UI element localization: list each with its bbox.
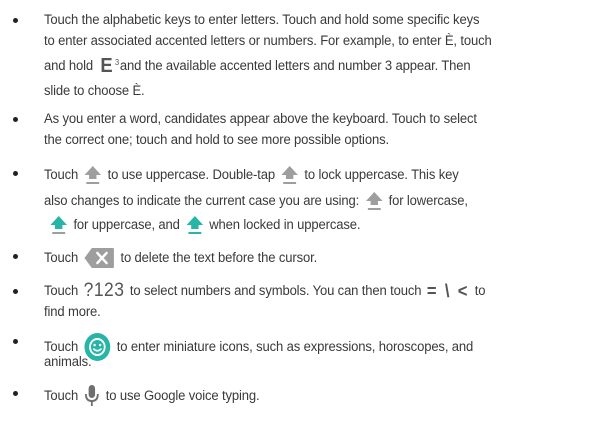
text-segment: when locked in uppercase.	[209, 216, 361, 233]
text-line: Touch to enter miniature icons, such as e…	[44, 332, 473, 362]
text-line: animals.	[44, 353, 92, 371]
text-line: find more.	[44, 303, 101, 321]
shift-arrow-icon	[84, 164, 102, 186]
bullet-dot	[13, 254, 18, 259]
bullet-dot	[13, 289, 18, 294]
text-segment: to select numbers and symbols. You can t…	[129, 283, 422, 299]
text-segment: and the available accented letters and n…	[119, 58, 471, 74]
text-segment: for uppercase, and	[73, 216, 180, 233]
text-line: the correct one; touch and hold to see m…	[44, 131, 389, 149]
text-segment: As you enter a word, candidates appear a…	[44, 111, 477, 127]
text-line: Touch to use uppercase. Double-tap to lock…	[44, 164, 459, 186]
text-segment: to use Google voice typing.	[105, 387, 260, 404]
key-e-number-hint: 3	[114, 58, 119, 68]
text-segment: for lowercase,	[388, 192, 468, 209]
bullet-dot	[13, 339, 18, 344]
text-segment: to	[474, 283, 486, 299]
text-segment: to delete the text before the cursor.	[120, 249, 318, 266]
text-segment: to enter miniature icons, such as expres…	[116, 338, 474, 355]
bullet-dot	[13, 117, 18, 122]
text-line: Touch to delete the text before the curso…	[44, 247, 317, 269]
key-e-icon: E3	[100, 55, 119, 78]
shift-arrow-icon	[365, 190, 383, 212]
bullet-dot	[13, 18, 18, 23]
text-line: As you enter a word, candidates appear a…	[44, 110, 477, 128]
text-line: Touch to use Google voice typing.	[44, 384, 260, 408]
text-segment: the correct one; touch and hold to see m…	[44, 132, 389, 148]
shift-locked-icon	[185, 214, 203, 236]
key-123-icon: ?123	[83, 280, 125, 302]
backspace-icon	[84, 247, 115, 269]
text-segment: Touch	[44, 166, 79, 183]
text-segment: Touch	[44, 283, 79, 299]
bullet-dot	[13, 171, 18, 176]
microphone-icon	[84, 384, 101, 408]
bullet-dot	[13, 391, 18, 396]
text-segment: Touch the alphabetic keys to enter lette…	[44, 12, 480, 28]
text-line: for uppercase, and when locked in upperca…	[44, 214, 360, 236]
text-line: also changes to indicate the current cas…	[44, 190, 468, 212]
shift-uppercase-icon	[50, 214, 68, 236]
text-line: slide to choose È.	[44, 82, 145, 100]
text-line: Touch the alphabetic keys to enter lette…	[44, 11, 479, 29]
text-segment: slide to choose È.	[44, 83, 145, 99]
shift-arrow-icon	[280, 164, 298, 186]
text-segment: find more.	[44, 304, 101, 320]
text-segment: Touch	[44, 249, 79, 266]
text-segment: Touch	[44, 387, 79, 404]
text-segment: to use uppercase. Double-tap	[107, 166, 276, 183]
text-line: Touch ?123 to select numbers and symbols. …	[44, 280, 486, 302]
text-segment: animals.	[44, 354, 92, 370]
symbols-key-icon: = \ <	[426, 281, 470, 302]
text-segment: to lock uppercase. This key	[304, 166, 459, 183]
document-page: Touch the alphabetic keys to enter lette…	[0, 0, 589, 446]
text-segment: to enter associated accented letters or …	[44, 33, 492, 49]
text-segment: also changes to indicate the current cas…	[44, 192, 360, 209]
text-line: to enter associated accented letters or …	[44, 32, 492, 50]
text-segment: and hold	[44, 58, 93, 74]
text-line: and hold E 3 and the available accented let…	[44, 55, 471, 78]
